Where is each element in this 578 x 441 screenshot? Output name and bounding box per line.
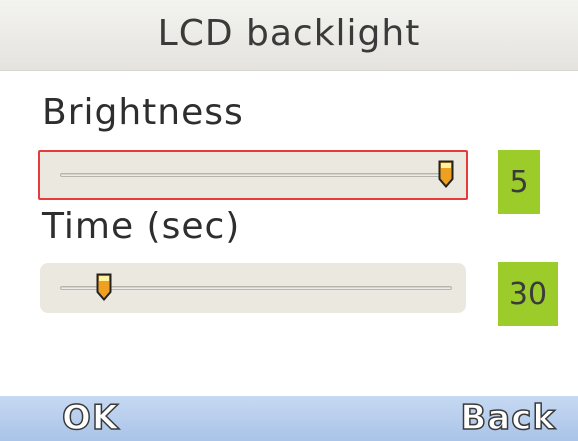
slider-thumb-icon[interactable] — [438, 160, 454, 188]
brightness-label: Brightness — [42, 92, 244, 133]
brightness-slider-track — [60, 173, 452, 177]
time-slider[interactable] — [40, 263, 466, 313]
time-label: Time (sec) — [42, 206, 241, 247]
time-value: 30 — [498, 262, 558, 326]
page-title: LCD backlight — [157, 12, 421, 54]
ok-softkey[interactable]: OK — [61, 397, 119, 439]
slider-thumb-icon[interactable] — [96, 273, 112, 301]
lcd-backlight-screen: LCD backlight Brightness 5 Time (sec) 30… — [0, 0, 578, 441]
title-bar: LCD backlight — [0, 0, 578, 71]
back-softkey[interactable]: Back — [460, 397, 556, 439]
brightness-slider[interactable] — [38, 150, 468, 200]
softkey-bar: OK Back — [0, 396, 578, 441]
time-slider-track — [60, 286, 452, 290]
brightness-value: 5 — [498, 150, 540, 214]
